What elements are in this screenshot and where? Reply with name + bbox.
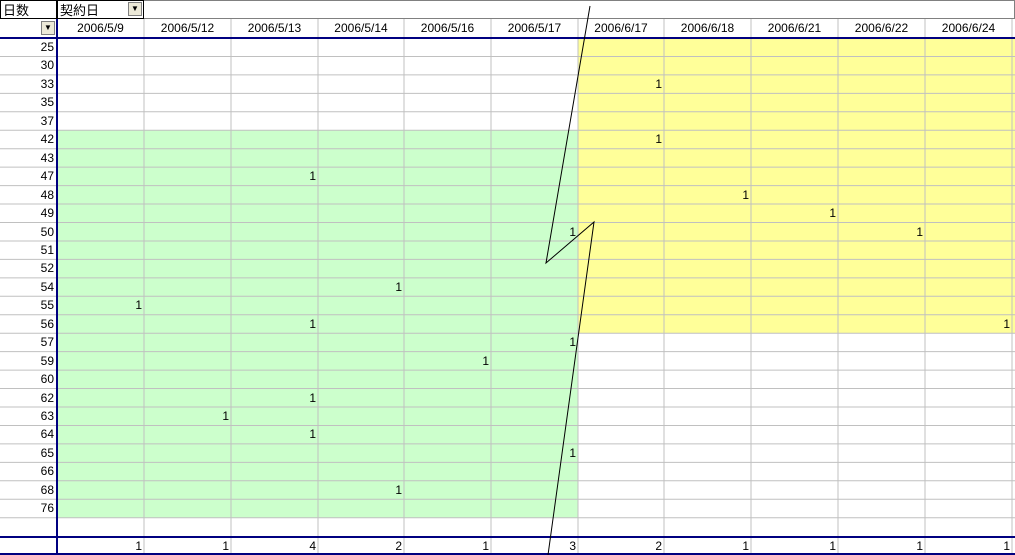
row-header[interactable]: 76: [0, 499, 57, 517]
field-row-frame: [0, 0, 1015, 19]
table-cell[interactable]: 1: [491, 333, 578, 351]
row-header[interactable]: 30: [0, 56, 57, 74]
table-cell[interactable]: 1: [57, 296, 144, 314]
row-field-label[interactable]: 日数: [0, 0, 57, 19]
table-cell[interactable]: 1: [231, 167, 318, 185]
table-cell[interactable]: 1: [231, 315, 318, 333]
grand-total-cell[interactable]: 1: [57, 537, 144, 555]
table-cell[interactable]: 1: [838, 223, 925, 241]
column-header[interactable]: 2006/6/21: [751, 19, 838, 38]
row-header[interactable]: 59: [0, 352, 57, 370]
table-cell[interactable]: 1: [318, 481, 404, 499]
row-header[interactable]: 68: [0, 481, 57, 499]
column-header[interactable]: 2006/5/14: [318, 19, 404, 38]
row-header[interactable]: 33: [0, 75, 57, 93]
row-header[interactable]: 37: [0, 112, 57, 130]
row-header[interactable]: 47: [0, 167, 57, 185]
grand-total-cell[interactable]: 2: [318, 537, 404, 555]
table-cell[interactable]: 1: [925, 315, 1012, 333]
column-header[interactable]: 2006/6/24: [925, 19, 1012, 38]
row-field-dropdown-icon[interactable]: ▼: [41, 21, 55, 35]
table-cell[interactable]: 1: [491, 223, 578, 241]
column-field-dropdown-icon[interactable]: ▼: [128, 2, 142, 16]
column-header[interactable]: 2006/5/13: [231, 19, 318, 38]
table-cell[interactable]: 1: [578, 75, 664, 93]
row-header[interactable]: 43: [0, 149, 57, 167]
row-header[interactable]: 63: [0, 407, 57, 425]
column-header[interactable]: 2006/5/16: [404, 19, 491, 38]
grand-total-cell[interactable]: 1: [144, 537, 231, 555]
table-cell[interactable]: 1: [318, 278, 404, 296]
table-cell[interactable]: 1: [491, 444, 578, 462]
grand-total-cell[interactable]: 1: [751, 537, 838, 555]
row-header[interactable]: 49: [0, 204, 57, 222]
grand-total-cell[interactable]: 1: [925, 537, 1012, 555]
row-header[interactable]: 60: [0, 370, 57, 388]
table-cell[interactable]: 1: [231, 425, 318, 443]
pivot-table-sheet: 日数 契約日 ▼ ▼ 2006/5/9 2006/5/12 2006/5/13 2006/5/…: [0, 0, 1015, 555]
column-header[interactable]: 2006/5/12: [144, 19, 231, 38]
grand-total-cell[interactable]: 1: [838, 537, 925, 555]
column-header[interactable]: 2006/6/18: [664, 19, 751, 38]
row-header[interactable]: 66: [0, 462, 57, 480]
row-header[interactable]: 57: [0, 333, 57, 351]
row-header[interactable]: 54: [0, 278, 57, 296]
table-cell[interactable]: 1: [231, 389, 318, 407]
grand-total-cell[interactable]: 1: [404, 537, 491, 555]
row-header[interactable]: 65: [0, 444, 57, 462]
column-header[interactable]: 2006/6/22: [838, 19, 925, 38]
row-header[interactable]: 62: [0, 389, 57, 407]
column-header[interactable]: 2006/5/17: [491, 19, 578, 38]
row-header[interactable]: 42: [0, 130, 57, 148]
row-header[interactable]: 55: [0, 296, 57, 314]
table-cell[interactable]: 1: [578, 130, 664, 148]
row-header[interactable]: 35: [0, 93, 57, 111]
grid-canvas: [0, 0, 1015, 555]
grand-total-cell[interactable]: 1: [664, 537, 751, 555]
grand-total-cell[interactable]: 4: [231, 537, 318, 555]
row-header[interactable]: 48: [0, 186, 57, 204]
table-cell[interactable]: 1: [144, 407, 231, 425]
table-cell[interactable]: 1: [664, 186, 751, 204]
row-header[interactable]: 25: [0, 38, 57, 56]
row-header[interactable]: 64: [0, 425, 57, 443]
grand-total-cell[interactable]: 3: [491, 537, 578, 555]
column-header[interactable]: 2006/6/17: [578, 19, 664, 38]
table-cell[interactable]: 1: [404, 352, 491, 370]
column-header[interactable]: 2006/5/9: [57, 19, 144, 38]
row-header[interactable]: 51: [0, 241, 57, 259]
table-cell[interactable]: 1: [751, 204, 838, 222]
row-header[interactable]: 52: [0, 259, 57, 277]
row-header[interactable]: 56: [0, 315, 57, 333]
row-header[interactable]: 50: [0, 223, 57, 241]
grand-total-cell[interactable]: 2: [578, 537, 664, 555]
